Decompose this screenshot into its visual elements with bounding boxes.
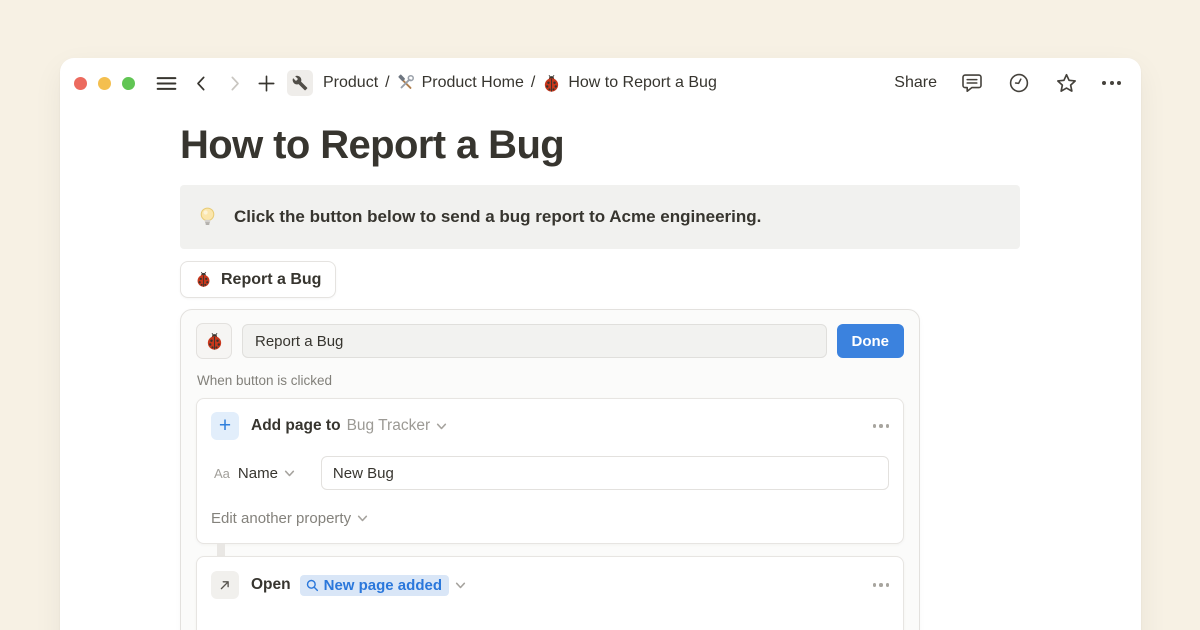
ladybug-icon: [542, 74, 561, 93]
callout-block[interactable]: Click the button below to send a bug rep…: [180, 185, 1020, 249]
app-window: Product / Product Home /: [60, 58, 1141, 630]
breadcrumb-product-label: Product: [323, 74, 378, 92]
ladybug-icon: [205, 332, 224, 351]
page-content: How to Report a Bug Click the button bel…: [60, 123, 1020, 630]
add-page-action-label: Add page to: [251, 417, 341, 435]
button-editor-header: Done: [181, 310, 919, 359]
breadcrumb-separator: /: [380, 74, 394, 92]
chevron-down-icon[interactable]: [436, 421, 447, 432]
wrench-icon: [292, 75, 308, 91]
more-options-button[interactable]: [1102, 81, 1121, 85]
lightbulb-icon: [197, 206, 218, 229]
property-name-selector[interactable]: Name: [238, 465, 278, 482]
favorite-button[interactable]: [1054, 71, 1079, 96]
ladybug-icon: [195, 271, 212, 288]
property-value-input[interactable]: [321, 456, 889, 490]
chevron-down-icon[interactable]: [284, 468, 295, 479]
star-icon: [1054, 71, 1079, 96]
chevron-left-icon: [191, 73, 212, 94]
breadcrumb-separator: /: [526, 74, 540, 92]
add-page-icon-box: +: [211, 412, 239, 440]
comments-button[interactable]: [960, 71, 984, 95]
add-page-step-card: + Add page to Bug Tracker Aa Name: [196, 398, 904, 544]
share-button[interactable]: Share: [894, 74, 937, 92]
chevron-right-icon: [224, 73, 245, 94]
edit-another-property-row: Edit another property: [211, 510, 889, 527]
forward-button[interactable]: [220, 69, 248, 97]
chevron-down-icon[interactable]: [455, 580, 466, 591]
property-row: Aa Name: [211, 456, 889, 490]
button-icon-picker[interactable]: [196, 323, 232, 359]
clock-icon: [1007, 71, 1031, 95]
search-icon: [305, 578, 320, 593]
open-target-chip[interactable]: New page added: [300, 575, 449, 596]
add-page-action-row: + Add page to Bug Tracker: [211, 412, 889, 440]
sidebar-toggle-button[interactable]: [152, 69, 180, 97]
back-button[interactable]: [187, 69, 215, 97]
step-connector: [217, 544, 225, 556]
traffic-lights: [74, 77, 135, 90]
done-button[interactable]: Done: [837, 324, 905, 358]
breadcrumb-current-label: How to Report a Bug: [568, 74, 717, 92]
hamburger-icon: [154, 71, 179, 96]
step-options-button[interactable]: [873, 424, 890, 428]
breadcrumb-item-product[interactable]: Product: [321, 74, 380, 92]
breadcrumb-item-product-home[interactable]: Product Home: [395, 74, 526, 92]
titlebar-actions: Share: [894, 71, 1121, 96]
open-action-label: Open: [251, 576, 291, 594]
step-options-button[interactable]: [873, 583, 890, 587]
arrow-up-right-icon: [217, 577, 233, 593]
trigger-label: When button is clicked: [197, 373, 903, 388]
zoom-window-button[interactable]: [122, 77, 135, 90]
breadcrumb-product-home-label: Product Home: [422, 74, 524, 92]
comment-icon: [960, 71, 984, 95]
plus-icon: [255, 72, 278, 95]
hammer-wrench-icon: [397, 74, 415, 92]
text-property-icon: Aa: [214, 466, 230, 481]
open-action-row: Open New page added: [211, 571, 889, 599]
open-step-card: Open New page added: [196, 556, 904, 630]
history-button[interactable]: [1007, 71, 1031, 95]
report-a-bug-button[interactable]: Report a Bug: [180, 261, 336, 298]
breadcrumb-item-current-page[interactable]: How to Report a Bug: [540, 74, 719, 93]
titlebar: Product / Product Home /: [60, 58, 1141, 108]
open-icon-box: [211, 571, 239, 599]
close-window-button[interactable]: [74, 77, 87, 90]
plus-icon: +: [219, 415, 231, 436]
minimize-window-button[interactable]: [98, 77, 111, 90]
page-title: How to Report a Bug: [180, 123, 1020, 168]
breadcrumb: Product / Product Home /: [321, 74, 719, 93]
callout-text: Click the button below to send a bug rep…: [234, 207, 761, 227]
button-editor-panel: Done When button is clicked + Add page t…: [180, 309, 920, 630]
chevron-down-icon[interactable]: [357, 513, 368, 524]
new-page-button[interactable]: [252, 69, 280, 97]
open-target-label: New page added: [324, 577, 442, 594]
workspace-icon-button[interactable]: [287, 70, 313, 96]
button-name-input[interactable]: [242, 324, 827, 358]
report-a-bug-button-label: Report a Bug: [221, 271, 321, 289]
database-selector[interactable]: Bug Tracker: [347, 417, 431, 435]
edit-another-property-button[interactable]: Edit another property: [211, 510, 351, 527]
